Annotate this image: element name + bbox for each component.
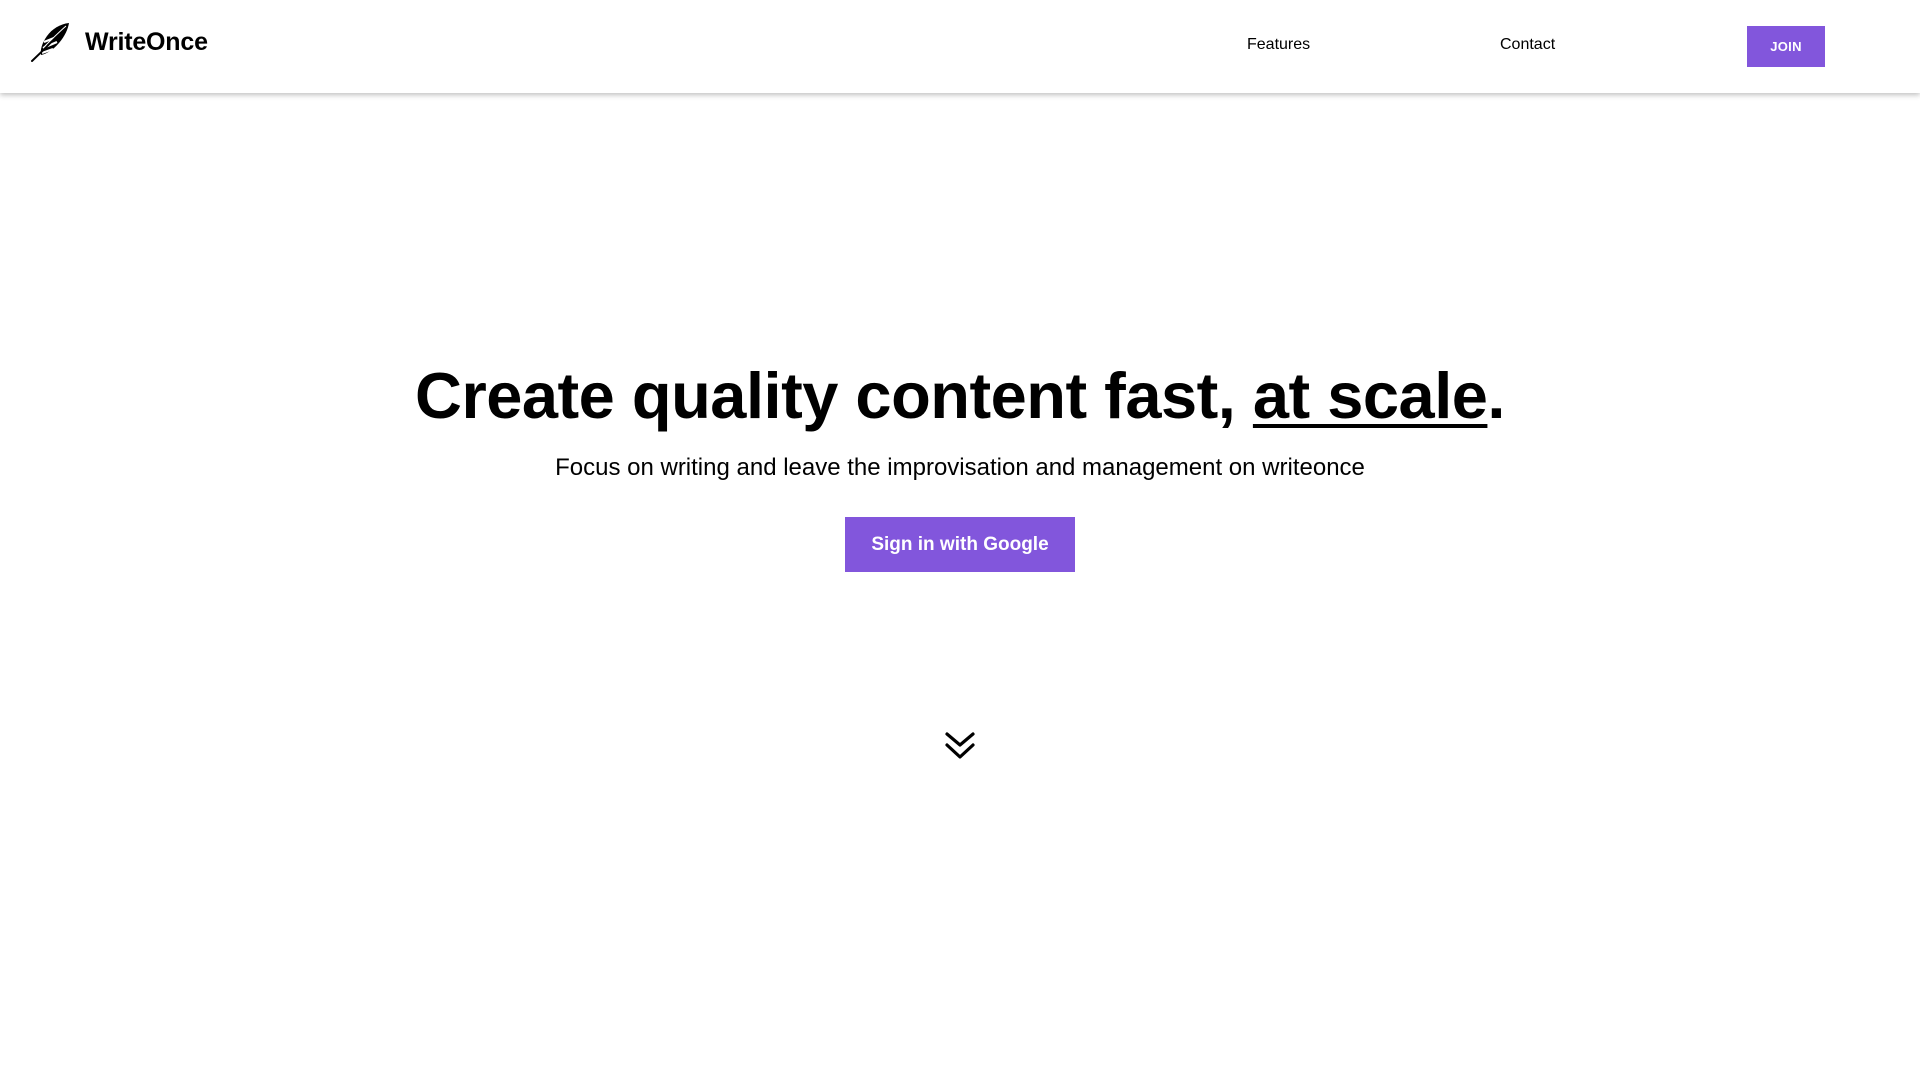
hero-title-text: Create quality content fast, — [415, 359, 1253, 432]
hero-subtitle: Focus on writing and leave the improvisa… — [555, 454, 1365, 481]
nav-link-contact[interactable]: Contact — [1500, 36, 1555, 54]
brand-name: WriteOnce — [85, 27, 208, 56]
feather-icon — [30, 22, 72, 62]
hero-section: Create quality content fast, at scale. F… — [0, 355, 1920, 483]
nav-link-features[interactable]: Features — [1247, 36, 1310, 54]
sign-in-with-google-button[interactable]: Sign in with Google — [845, 517, 1075, 572]
hero-title: Create quality content fast, at scale. — [0, 355, 1920, 437]
top-navbar: WriteOnce Features Contact JOIN — [0, 0, 1920, 93]
hero-title-period: . — [1487, 359, 1505, 432]
brand-home-link[interactable]: WriteOnce — [30, 22, 208, 62]
double-chevron-down-icon[interactable] — [944, 731, 976, 761]
hero-title-emphasis: at scale — [1252, 359, 1488, 432]
join-button[interactable]: JOIN — [1747, 26, 1825, 67]
